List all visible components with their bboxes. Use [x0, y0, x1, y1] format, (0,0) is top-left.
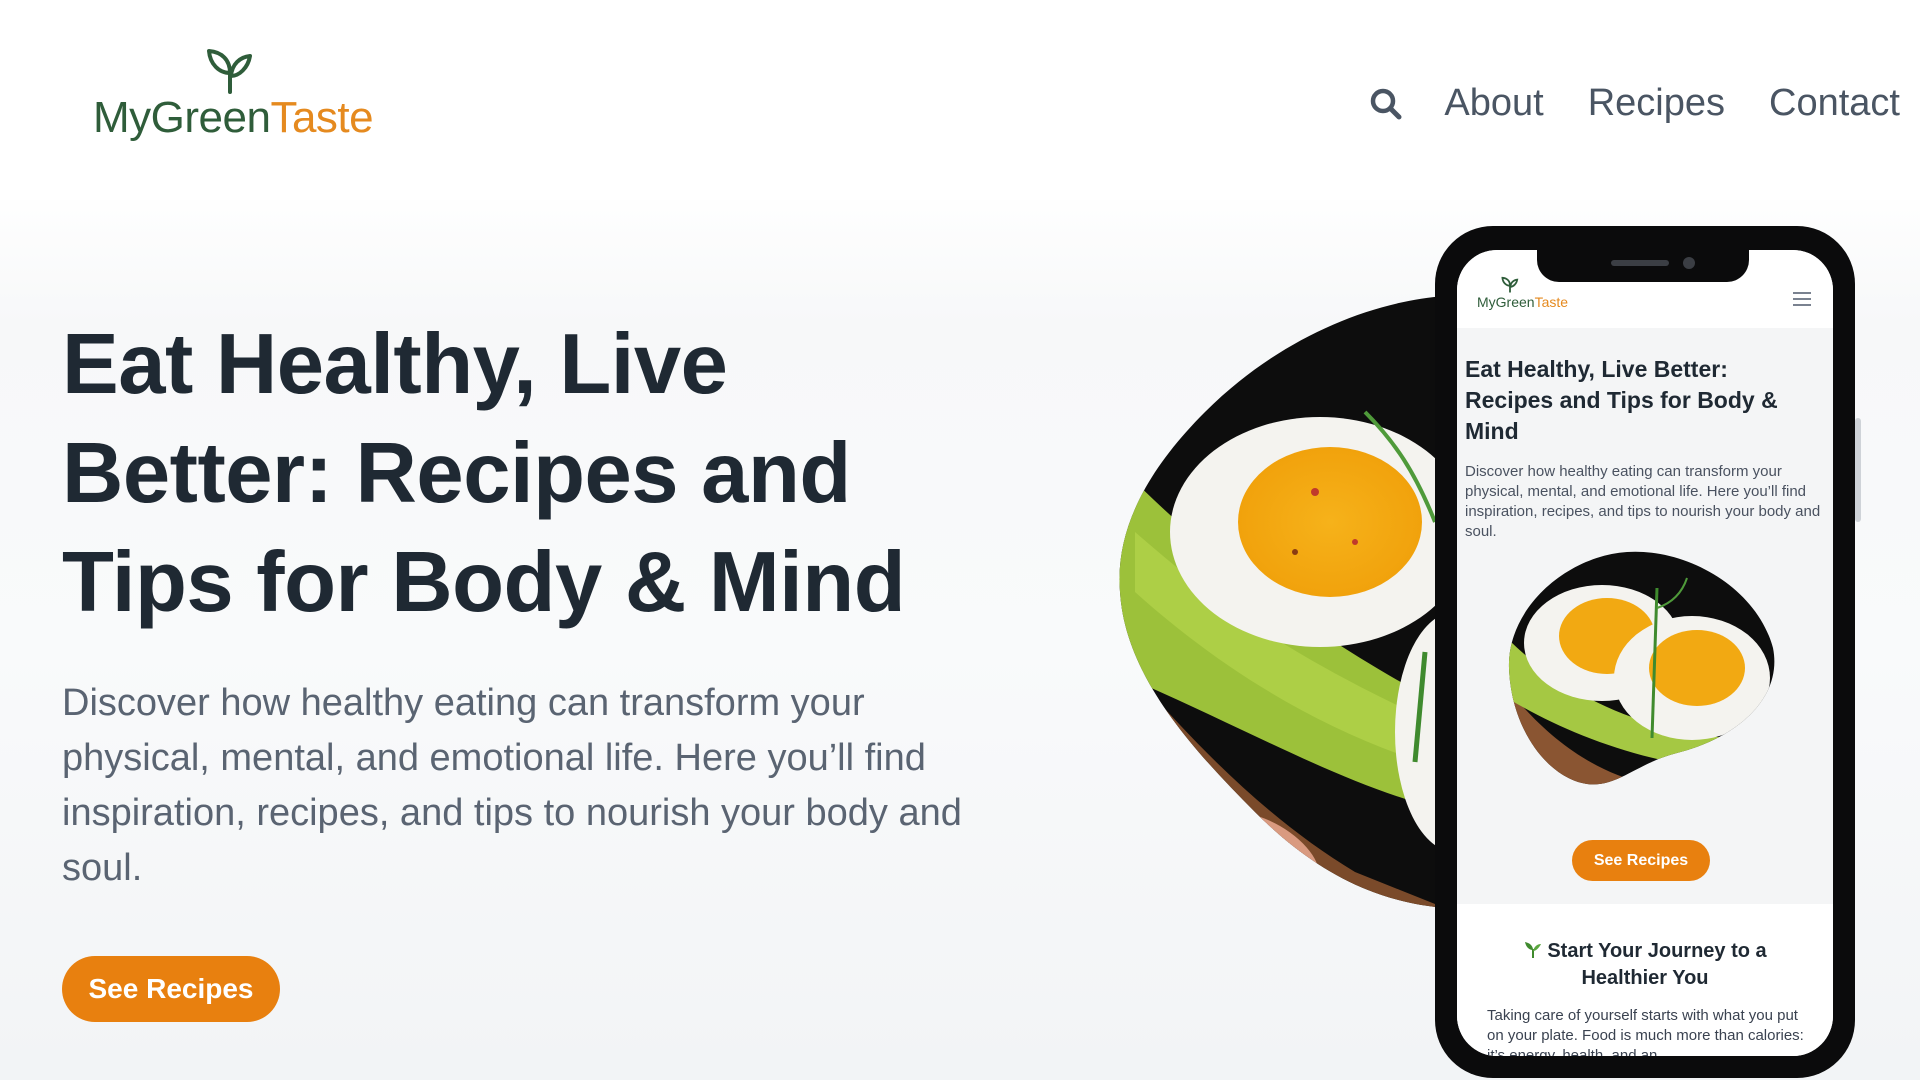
- site-header: MyGreenTaste About Recipes Contact: [0, 0, 1920, 200]
- brand-name-part2: Taste: [270, 93, 374, 142]
- phone-side-button: [1855, 418, 1861, 522]
- mobile-section-title-text: Start Your Journey to a Healthier You: [1547, 940, 1767, 989]
- mobile-section-title: Start Your Journey to a Healthier You: [1487, 938, 1803, 992]
- nav-link-about[interactable]: About: [1444, 82, 1543, 125]
- mobile-brand-name-part2: Taste: [1534, 294, 1569, 310]
- brand-wordmark: MyGreenTaste: [93, 93, 374, 143]
- phone-screen: MyGreenTaste Eat Healthy, Live Better: R…: [1457, 250, 1833, 1056]
- see-recipes-button[interactable]: See Recipes: [62, 956, 280, 1022]
- nav-link-recipes[interactable]: Recipes: [1588, 82, 1725, 125]
- sprout-icon: [1525, 942, 1542, 958]
- mobile-brand-name-part1: MyGreen: [1477, 294, 1535, 310]
- search-icon[interactable]: [1368, 86, 1404, 122]
- mobile-journey-section: Start Your Journey to a Healthier You Ta…: [1457, 904, 1833, 1056]
- phone-speaker: [1611, 260, 1669, 266]
- hero-title: Eat Healthy, Live Better: Recipes and Ti…: [62, 317, 906, 630]
- hero-subtitle: Discover how healthy eating can transfor…: [62, 682, 962, 889]
- sprout-icon: [207, 49, 252, 94]
- mobile-brand-wordmark[interactable]: MyGreenTaste: [1477, 294, 1568, 310]
- mobile-hero-subtitle: Discover how healthy eating can transfor…: [1465, 463, 1821, 540]
- sprout-icon: [1501, 276, 1519, 293]
- brand-logo[interactable]: MyGreenTaste: [93, 46, 374, 146]
- mobile-section-text: Taking care of yourself starts with what…: [1487, 1007, 1804, 1056]
- nav-link-contact[interactable]: Contact: [1769, 82, 1900, 125]
- mobile-see-recipes-button[interactable]: See Recipes: [1572, 840, 1710, 881]
- hero-food-image: [1119, 296, 1455, 908]
- mobile-food-image: [1508, 551, 1775, 785]
- brand-name-part1: MyGreen: [93, 93, 271, 142]
- phone-camera-icon: [1683, 257, 1695, 269]
- phone-notch: [1537, 250, 1749, 282]
- mobile-hero-title: Eat Healthy, Live Better: Recipes and Ti…: [1465, 356, 1778, 444]
- main-nav: About Recipes Contact: [1368, 82, 1900, 125]
- phone-mockup: MyGreenTaste Eat Healthy, Live Better: R…: [1435, 226, 1855, 1078]
- hamburger-menu-icon[interactable]: [1793, 292, 1811, 306]
